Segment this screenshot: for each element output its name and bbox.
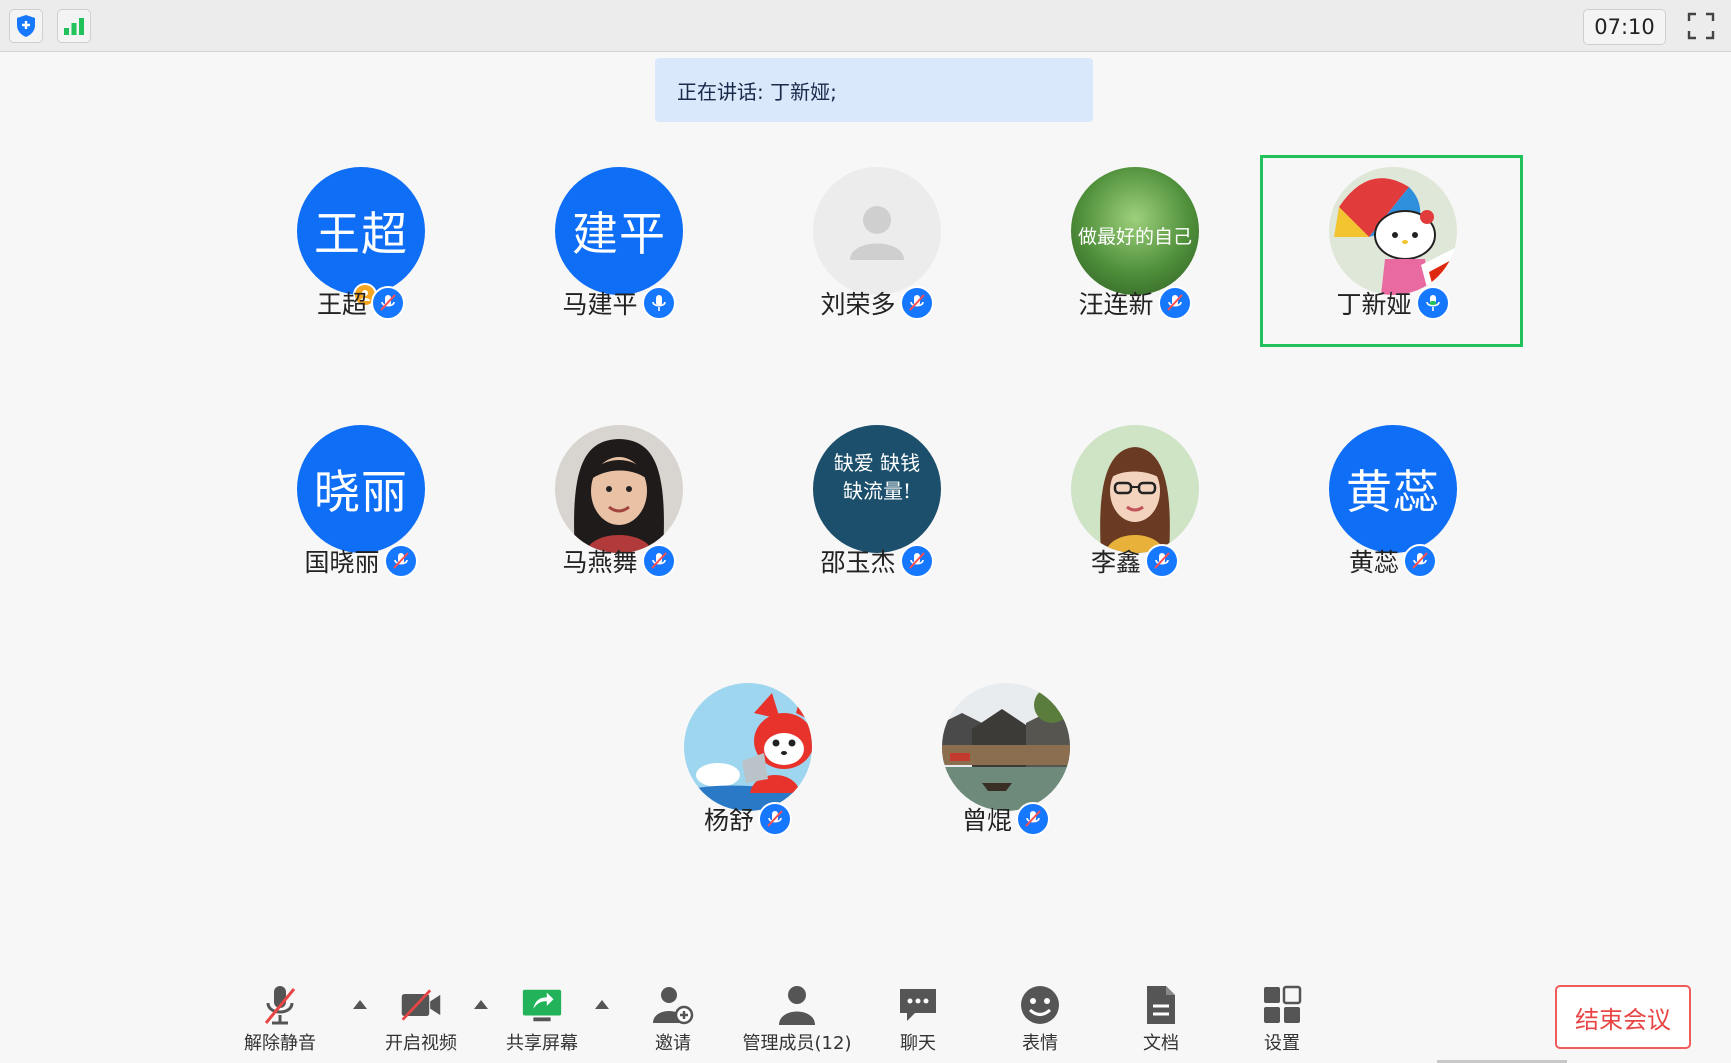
participant-name: 黄蕊 [1348, 548, 1399, 577]
document-icon [1139, 983, 1183, 1027]
smiley-icon [1018, 983, 1062, 1027]
avatar: 王超 [297, 167, 425, 295]
avatar: 黄蕊 [1329, 425, 1457, 553]
meeting-timer: 07:10 [1583, 9, 1666, 45]
participant-tile[interactable]: 李鑫 [1004, 415, 1266, 603]
mic-off-icon [258, 983, 302, 1027]
invite-button[interactable]: 邀请 [608, 983, 738, 1055]
members-icon [775, 983, 819, 1027]
speaking-banner: 正在讲话: 丁新娅; [655, 58, 1093, 122]
participant-name: 国晓丽 [304, 548, 380, 577]
participant-name: 杨舒 [703, 806, 754, 835]
participant-name: 马燕舞 [562, 548, 638, 577]
participant-name: 李鑫 [1090, 548, 1141, 577]
settings-button[interactable]: 设置 [1217, 983, 1347, 1055]
mic-on-icon[interactable] [641, 286, 676, 320]
participant-tile[interactable]: 建平 马建平 [488, 157, 750, 345]
participant-name: 丁新娅 [1336, 290, 1412, 319]
mic-muted-icon[interactable] [1016, 802, 1050, 836]
start-video-button[interactable]: 开启视频 [356, 983, 486, 1055]
mic-speaking-icon[interactable] [1415, 286, 1450, 320]
mic-muted-icon[interactable] [899, 286, 934, 320]
start-video-label: 开启视频 [385, 1033, 457, 1054]
mic-muted-icon[interactable] [383, 544, 418, 578]
video-off-icon [399, 983, 443, 1027]
participant-tile[interactable]: 缺爱 缺钱 缺流量! 邵玉杰 [746, 415, 1008, 603]
avatar: 建平 [555, 167, 683, 295]
participant-name: 邵玉杰 [820, 548, 896, 577]
manage-members-label: 管理成员(12) [742, 1033, 852, 1054]
avatar [942, 683, 1070, 811]
bottom-toolbar: 解除静音 开启视频 共享屏幕 邀请 管理成员(12) 聊天 表情 文档 设置 [0, 975, 1731, 1063]
mic-muted-icon[interactable] [371, 286, 405, 320]
participant-name: 马建平 [562, 290, 638, 319]
avatar-overlay-text: 缺爱 缺钱 缺流量! [833, 451, 921, 503]
participant-name: 曾焜 [961, 806, 1012, 835]
share-screen-button[interactable]: 共享屏幕 [477, 983, 607, 1055]
mic-muted-icon[interactable] [1403, 544, 1437, 578]
participant-tile[interactable]: 晓丽 国晓丽 [230, 415, 492, 603]
participant-tile-active[interactable]: 丁新娅 [1262, 157, 1524, 345]
security-shield-icon[interactable] [9, 9, 43, 43]
end-meeting-button[interactable]: 结束会议 [1555, 985, 1691, 1049]
chat-label: 聊天 [900, 1033, 936, 1054]
network-signal-icon[interactable] [57, 9, 91, 43]
mic-muted-icon[interactable] [758, 802, 792, 836]
participant-tile[interactable]: 做最好的自己 汪连新 [1004, 157, 1266, 345]
chat-button[interactable]: 聊天 [853, 983, 983, 1055]
participant-name: 王超 [316, 290, 367, 319]
mic-muted-icon[interactable] [899, 544, 934, 578]
mic-muted-icon[interactable] [1145, 544, 1179, 578]
avatar [1329, 167, 1457, 295]
avatar [555, 425, 683, 553]
participant-tile[interactable]: 王超 王超 [230, 157, 492, 345]
avatar [1071, 425, 1199, 553]
mic-muted-icon[interactable] [641, 544, 676, 578]
reactions-button[interactable]: 表情 [975, 983, 1105, 1055]
video-options-caret-icon[interactable] [474, 1000, 488, 1009]
chat-icon [896, 983, 940, 1027]
settings-label: 设置 [1264, 1033, 1300, 1054]
participant-tile[interactable]: 马燕舞 [488, 415, 750, 603]
docs-label: 文档 [1143, 1033, 1179, 1054]
avatar: 晓丽 [297, 425, 425, 553]
audio-options-caret-icon[interactable] [353, 1000, 367, 1009]
invite-label: 邀请 [655, 1033, 691, 1054]
participant-tile[interactable]: 刘荣多 [746, 157, 1008, 345]
participant-name: 刘荣多 [820, 290, 896, 319]
avatar [813, 167, 941, 295]
avatar: 缺爱 缺钱 缺流量! [813, 425, 941, 553]
add-user-icon [651, 983, 695, 1027]
share-options-caret-icon[interactable] [595, 1000, 609, 1009]
share-screen-icon [520, 983, 564, 1027]
unmute-label: 解除静音 [244, 1033, 316, 1054]
participant-tile[interactable]: 黄蕊 黄蕊 [1262, 415, 1524, 603]
docs-button[interactable]: 文档 [1096, 983, 1226, 1055]
reactions-label: 表情 [1022, 1033, 1058, 1054]
avatar: 做最好的自己 [1071, 167, 1199, 295]
mic-muted-icon[interactable] [1157, 286, 1192, 320]
fullscreen-icon[interactable] [1684, 9, 1718, 43]
share-screen-label: 共享屏幕 [506, 1033, 578, 1054]
avatar [684, 683, 812, 811]
unmute-button[interactable]: 解除静音 [215, 983, 345, 1055]
participant-name: 汪连新 [1078, 290, 1154, 319]
grid-settings-icon [1260, 983, 1304, 1027]
top-bar: 07:10 [0, 0, 1731, 52]
avatar-overlay-text: 做最好的自己 [1077, 226, 1192, 248]
participant-tile[interactable]: 杨舒 [617, 673, 879, 861]
participant-tile[interactable]: 曾焜 [875, 673, 1137, 861]
manage-members-button[interactable]: 管理成员(12) [732, 983, 862, 1055]
